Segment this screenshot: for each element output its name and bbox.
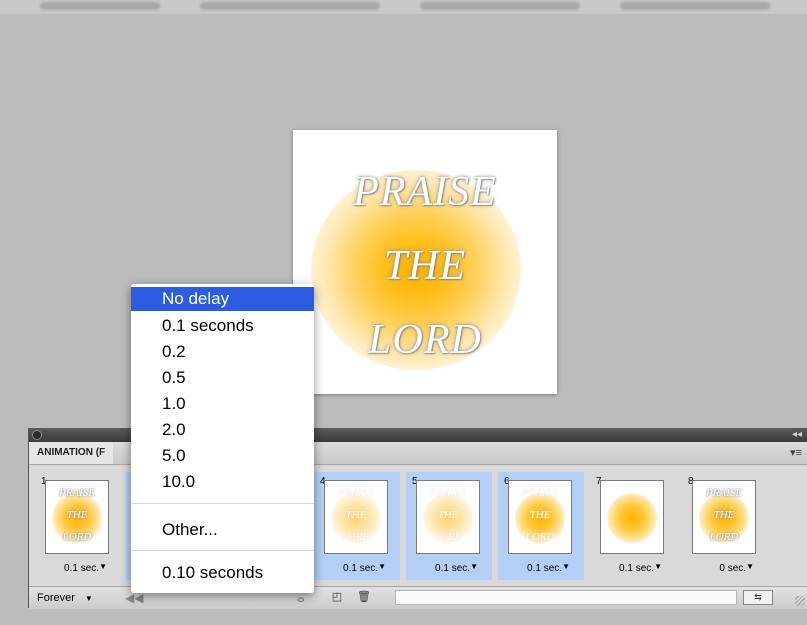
thumb-text: LORD [341, 531, 371, 543]
menu-item-1-0[interactable]: 1.0 [131, 392, 314, 416]
frame-thumbnail: PRAISE THE LORD [45, 480, 109, 554]
menu-separator [131, 503, 314, 504]
resize-grip-icon[interactable] [795, 596, 805, 606]
frame-thumbnail [600, 480, 664, 554]
frame-delay-label: 0.1 sec. [527, 563, 563, 574]
thumb-text: THE [437, 509, 459, 521]
thumb-text: LORD [709, 531, 739, 543]
artwork-line-the: THE [383, 243, 467, 289]
thumb-text: PRAISE [58, 487, 96, 499]
frame-thumbnail: PRAISE THE LORD [324, 480, 388, 554]
tab-animation[interactable]: ANIMATION (F [29, 442, 114, 464]
dropdown-arrow-icon: ▼ [99, 562, 107, 571]
thumb-text: PRAISE [705, 487, 743, 499]
menu-item-2-0[interactable]: 2.0 [131, 418, 314, 442]
thumb-text: PRAISE [521, 487, 559, 499]
frame-6[interactable]: 6 PRAISE THE LORD 0.1 sec.▼ [498, 472, 584, 580]
dropdown-arrow-icon: ▼ [378, 562, 386, 571]
thumb-text: LORD [525, 531, 555, 543]
dropdown-arrow-icon: ▼ [84, 594, 93, 603]
convert-to-timeline-icon[interactable]: ⇆ [743, 590, 773, 605]
frame-delay[interactable]: 0.1 sec.▼ [314, 562, 400, 574]
menu-item-10-0[interactable]: 10.0 [131, 470, 314, 494]
frame-delay[interactable]: 0.1 sec.▼ [590, 562, 676, 574]
frame-1[interactable]: 1 PRAISE THE LORD 0.1 sec.▼ [35, 472, 121, 580]
panel-menu-icon[interactable]: ▾≡ [790, 447, 802, 459]
thumb-text: THE [66, 509, 88, 521]
menu-item-other[interactable]: Other... [131, 518, 314, 542]
thumb-text: THE [345, 509, 367, 521]
artwork-line-lord: LORD [368, 317, 482, 363]
frame-delay[interactable]: 0.1 sec.▼ [406, 562, 492, 574]
frame-thumbnail: PRAISE THE LORD [508, 480, 572, 554]
frame-delay[interactable]: 0.1 sec.▼ [498, 562, 584, 574]
frame-thumbnail: PRAISE THE LORD [416, 480, 480, 554]
thumb-text: PRAISE [337, 487, 375, 499]
dropdown-arrow-icon: ▼ [470, 562, 478, 571]
frame-thumbnail: PRAISE THE LORD [692, 480, 756, 554]
top-strip [0, 0, 807, 14]
thumb-text: THE [713, 509, 735, 521]
dropdown-arrow-icon: ▼ [654, 562, 662, 571]
dropdown-arrow-icon: ▼ [562, 562, 570, 571]
frame-delay-label: 0.1 sec. [435, 563, 471, 574]
loop-value: Forever [37, 592, 75, 604]
frame-8[interactable]: 8 PRAISE THE LORD 0 sec.▼ [682, 472, 768, 580]
thumb-text: LORD [433, 531, 463, 543]
frames-scrollbar[interactable] [395, 590, 737, 605]
dropdown-arrow-icon: ▼ [746, 562, 754, 571]
menu-item-5-0[interactable]: 5.0 [131, 444, 314, 468]
menu-item-current-delay[interactable]: 0.10 seconds [131, 561, 314, 585]
artwork-line-praise: PRAISE [353, 169, 497, 215]
frame-5[interactable]: 5 PRAISE THE LORD 0.1 sec.▼ [406, 472, 492, 580]
menu-separator [131, 550, 314, 551]
menu-item-0-1-seconds[interactable]: 0.1 seconds [131, 314, 314, 338]
frame-4[interactable]: 4 PRAISE THE LORD 0.1 sec.▼ [314, 472, 400, 580]
thumb-text: LORD [62, 531, 92, 543]
collapse-icon[interactable]: ◂◂ [792, 428, 802, 442]
thumb-text: PRAISE [429, 487, 467, 499]
frame-delay-label: 0 sec. [719, 563, 747, 574]
trash-icon[interactable]: 🗑 [357, 591, 371, 603]
menu-item-no-delay[interactable]: No delay [131, 287, 314, 311]
frame-delay-label: 0.1 sec. [619, 563, 655, 574]
frame-delay[interactable]: 0.1 sec.▼ [35, 562, 121, 574]
frame-delay-menu: No delay 0.1 seconds 0.2 0.5 1.0 2.0 5.0… [131, 284, 314, 593]
frame-delay-label: 0.1 sec. [343, 563, 379, 574]
menu-item-0-5[interactable]: 0.5 [131, 366, 314, 390]
loop-options-select[interactable]: Forever ▼ [37, 591, 93, 606]
artwork-document: PRAISE THE LORD [293, 130, 557, 394]
duplicate-frame-icon[interactable]: ◰ [331, 591, 343, 603]
frame-delay-label: 0.1 sec. [64, 563, 100, 574]
close-icon[interactable] [32, 430, 42, 440]
menu-item-0-2[interactable]: 0.2 [131, 340, 314, 364]
thumb-text: THE [529, 509, 551, 521]
frame-delay[interactable]: 0 sec.▼ [682, 562, 768, 574]
frame-7[interactable]: 7 0.1 sec.▼ [590, 472, 676, 580]
